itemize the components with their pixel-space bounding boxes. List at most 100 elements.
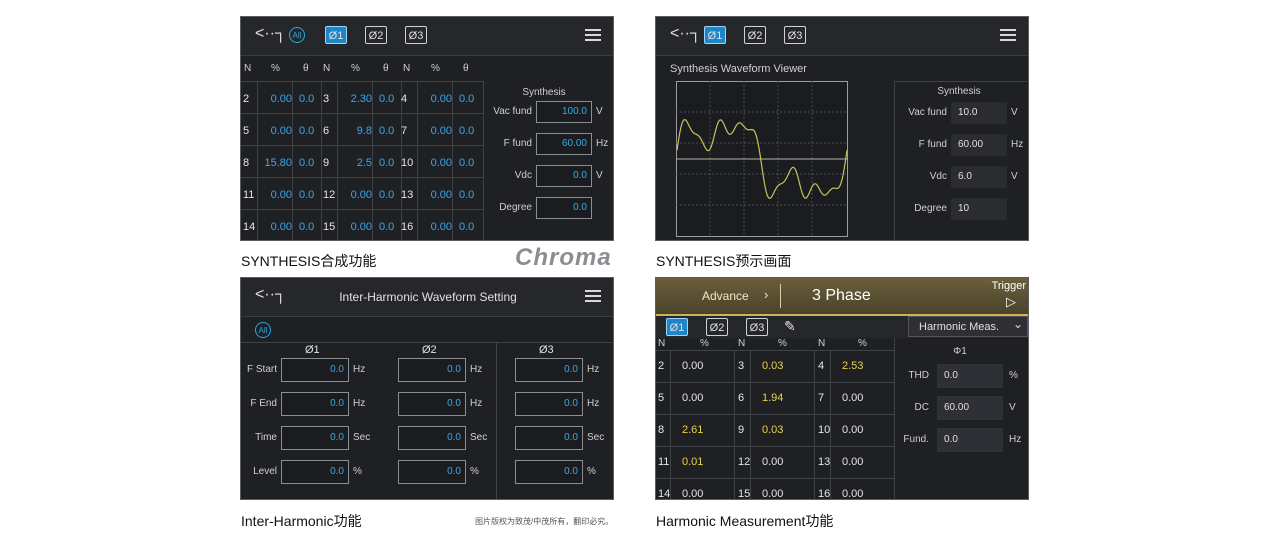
value-unit: Sec [470, 432, 488, 443]
value-input[interactable]: 0.0 [281, 426, 349, 450]
divider [372, 81, 373, 240]
toolbar: <··┐ Ø1 Ø2 Ø3 [656, 17, 1028, 56]
tab-phase1[interactable]: Ø1 [704, 26, 726, 44]
field-label: DC [914, 402, 929, 413]
harmonic-value[interactable]: 0.00 [341, 221, 372, 233]
harmonic-order: 6 [323, 125, 330, 137]
harmonic-value[interactable]: 0.00 [421, 189, 452, 201]
field-input[interactable]: 60.00 [536, 133, 592, 155]
menu-icon[interactable] [1000, 29, 1016, 44]
harmonic-order: 13 [401, 189, 414, 201]
harmonic-value[interactable]: 15.80 [261, 157, 292, 169]
value-input[interactable]: 0.0 [281, 358, 349, 382]
pen-icon[interactable]: ✎ [784, 318, 796, 335]
harmonic-value[interactable]: 0.0 [379, 125, 394, 137]
page-title: Inter-Harmonic Waveform Setting [339, 290, 517, 304]
tab-phase2[interactable]: Ø2 [744, 26, 766, 44]
menu-icon[interactable] [585, 29, 601, 44]
divider [417, 81, 418, 240]
field-input[interactable]: 6.0 [951, 166, 1007, 188]
harmonic-value: 0.00 [842, 424, 864, 436]
harmonic-value[interactable]: 0.0 [459, 157, 474, 169]
harmonic-value[interactable]: 9.8 [341, 125, 372, 137]
field-input[interactable]: 100.0 [536, 101, 592, 123]
value-input[interactable]: 0.0 [515, 426, 583, 450]
waveform-plot [676, 81, 848, 237]
harmonic-value[interactable]: 0.00 [341, 189, 372, 201]
harmonic-value[interactable]: 0.0 [379, 221, 394, 233]
harmonic-value[interactable]: 0.00 [261, 125, 292, 137]
tab-phase1[interactable]: Ø1 [666, 318, 688, 336]
tab-phase2[interactable]: Ø2 [365, 26, 387, 44]
field-unit: V [596, 106, 603, 117]
field-label: Vac fund [908, 107, 947, 118]
mode-dropdown[interactable]: Harmonic Meas. ⌄ [908, 316, 1028, 337]
tab-phase3[interactable]: Ø3 [746, 318, 768, 336]
field-input[interactable]: 0.0 [536, 165, 592, 187]
harmonic-value[interactable]: 0.00 [421, 157, 452, 169]
value-input[interactable]: 0.0 [398, 392, 466, 416]
side-title: Synthesis [522, 87, 566, 98]
harmonic-value[interactable]: 0.0 [379, 189, 394, 201]
viewer-title: Synthesis Waveform Viewer [670, 63, 807, 75]
value-input[interactable]: 0.0 [515, 460, 583, 484]
harmonic-value[interactable]: 0.0 [459, 125, 474, 137]
harmonic-value[interactable]: 0.0 [379, 93, 394, 105]
field-unit: V [1011, 171, 1018, 182]
tab-phase3[interactable]: Ø3 [784, 26, 806, 44]
divider [337, 81, 338, 240]
harmonic-value[interactable]: 0.00 [261, 189, 292, 201]
harmonic-value[interactable]: 2.5 [341, 157, 372, 169]
field-input[interactable]: 0.0 [536, 197, 592, 219]
advance-button[interactable]: Advance [702, 289, 749, 303]
harmonic-value[interactable]: 0.00 [261, 221, 292, 233]
trigger-icon[interactable]: ▷ [1006, 294, 1016, 310]
value-input[interactable]: 0.0 [398, 426, 466, 450]
value-input[interactable]: 0.0 [398, 358, 466, 382]
divider [241, 81, 483, 82]
value-input[interactable]: 0.0 [281, 460, 349, 484]
back-icon[interactable]: <··┐ [255, 25, 286, 43]
harmonic-value[interactable]: 0.0 [299, 93, 314, 105]
tab-phase3[interactable]: Ø3 [405, 26, 427, 44]
harmonic-value[interactable]: 0.00 [421, 125, 452, 137]
field-input[interactable]: 10 [951, 198, 1007, 220]
field-label: THD [908, 370, 929, 381]
harmonic-value[interactable]: 0.0 [459, 93, 474, 105]
field-unit: Hz [1011, 139, 1024, 150]
harmonic-value[interactable]: 0.0 [299, 125, 314, 137]
value-input[interactable]: 0.0 [515, 392, 583, 416]
harmonic-value[interactable]: 0.00 [261, 93, 292, 105]
harmonic-value[interactable]: 0.0 [459, 189, 474, 201]
tab-phase2[interactable]: Ø2 [706, 318, 728, 336]
value-unit: % [353, 466, 362, 477]
harmonic-value[interactable]: 0.0 [299, 157, 314, 169]
value-unit: Sec [587, 432, 605, 443]
value-input[interactable]: 0.0 [515, 358, 583, 382]
menu-icon[interactable] [585, 290, 601, 305]
field-input[interactable]: 60.00 [951, 134, 1007, 156]
harmonic-order: 15 [323, 221, 336, 233]
mode-label[interactable]: 3 Phase [812, 287, 871, 305]
harmonic-value: 0.00 [762, 456, 784, 468]
all-phase-icon[interactable]: All [255, 322, 271, 338]
field-input[interactable]: 10.0 [951, 102, 1007, 124]
tab-phase1[interactable]: Ø1 [325, 26, 347, 44]
harmonic-value[interactable]: 0.00 [421, 93, 452, 105]
harmonic-value[interactable]: 2.30 [341, 93, 372, 105]
trigger-label[interactable]: Trigger [992, 280, 1026, 292]
harmonic-value[interactable]: 0.0 [379, 157, 394, 169]
harmonic-value[interactable]: 0.00 [421, 221, 452, 233]
all-phase-icon[interactable]: All [289, 27, 305, 43]
value-input[interactable]: 0.0 [281, 392, 349, 416]
harmonic-order: 10 [818, 424, 831, 436]
harmonic-value[interactable]: 0.0 [459, 221, 474, 233]
back-icon[interactable]: <··┐ [670, 25, 701, 43]
divider [257, 81, 258, 240]
harmonic-value[interactable]: 0.0 [299, 189, 314, 201]
field-label: Degree [499, 202, 532, 213]
field-unit: V [1011, 107, 1018, 118]
field-label: Fund. [903, 434, 929, 445]
harmonic-value[interactable]: 0.0 [299, 221, 314, 233]
value-input[interactable]: 0.0 [398, 460, 466, 484]
